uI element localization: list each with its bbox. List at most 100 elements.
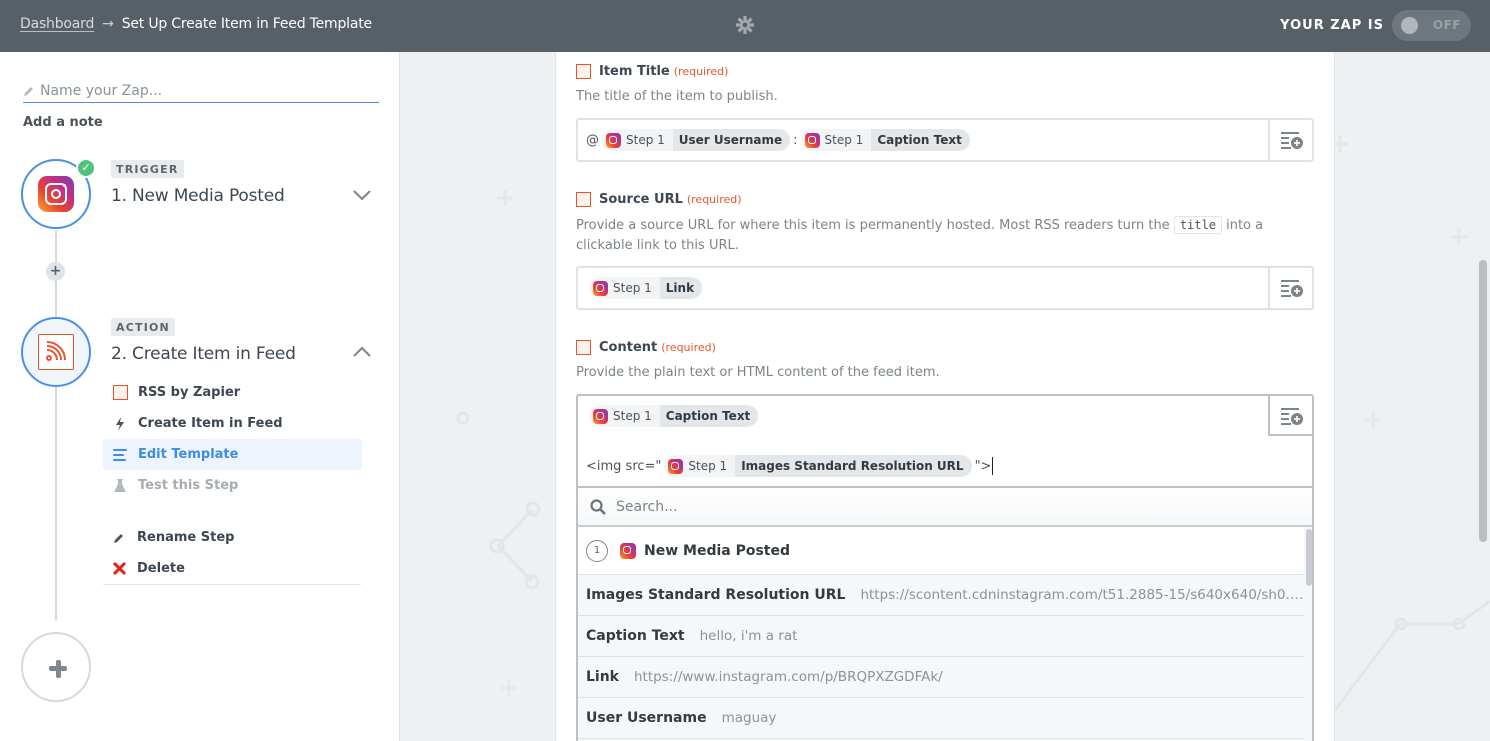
insert-field-icon: [1281, 280, 1303, 297]
insert-field-button[interactable]: [1268, 120, 1312, 160]
breadcrumb-arrow: →: [102, 16, 114, 32]
toggle-state-label: OFF: [1432, 18, 1461, 32]
field-option[interactable]: Caption Text hello, i'm a rat: [578, 616, 1304, 657]
field-option[interactable]: User Username maguay: [578, 698, 1304, 739]
item-title-input[interactable]: @ Step 1 User Username : Step 1 Caption …: [576, 118, 1314, 162]
step-group-header[interactable]: 1 New Media Posted: [578, 527, 1304, 575]
menu-item-label: Delete: [137, 561, 185, 576]
field-pill[interactable]: Step 1 Caption Text: [800, 129, 970, 151]
field-search-input[interactable]: [616, 498, 1266, 515]
menu-item-label: Create Item in Feed: [138, 416, 283, 431]
action-step-title[interactable]: 2. Create Item in Feed: [111, 344, 296, 364]
check-icon: ✓: [76, 158, 96, 178]
field-pill[interactable]: Step 1 Images Standard Resolution URL: [664, 455, 972, 477]
instagram-icon: [38, 176, 74, 212]
field-picker-dropdown: 1 New Media Posted Images Standard Resol…: [576, 486, 1314, 741]
action-badge: ACTION: [111, 318, 175, 336]
menu-item-label: Test this Step: [138, 478, 239, 493]
lightning-icon: [111, 416, 129, 431]
field-pill[interactable]: Step 1 User Username: [602, 129, 791, 151]
page-scrollbar[interactable]: [1479, 260, 1487, 542]
rss-icon: [38, 334, 74, 370]
chevron-up-icon[interactable]: [352, 345, 372, 359]
required-marker: (required): [661, 341, 716, 354]
rss-icon: [576, 64, 591, 79]
flask-icon: [111, 479, 129, 492]
instagram-icon: [606, 132, 621, 148]
text-segment: @: [586, 132, 599, 148]
trigger-step-title[interactable]: 1. New Media Posted: [111, 186, 285, 206]
action-step-circle[interactable]: [21, 317, 91, 387]
item-title-label: Item Title (required): [576, 64, 728, 79]
toggle-knob: [1401, 17, 1418, 34]
zap-name-input[interactable]: [40, 83, 360, 99]
source-url-help: Provide a source URL for where this item…: [576, 216, 1264, 253]
instagram-icon: [593, 280, 608, 296]
template-form-card: Item Title (required) The title of the i…: [555, 52, 1335, 741]
required-marker: (required): [686, 193, 742, 206]
content-input[interactable]: Step 1 Caption Text <img src=" Step 1 Im…: [576, 394, 1314, 488]
rename-step-button[interactable]: Rename Step: [103, 522, 361, 553]
instagram-icon: [593, 408, 608, 424]
field-option[interactable]: Link https://www.instagram.com/p/BRQPXZG…: [578, 657, 1304, 698]
step-connector-line: [55, 230, 57, 620]
menu-item-test-step[interactable]: Test this Step: [103, 470, 362, 501]
source-url-input[interactable]: Step 1 Link: [576, 266, 1314, 310]
zap-on-off-toggle[interactable]: OFF: [1392, 10, 1471, 41]
menu-item-label: RSS by Zapier: [138, 385, 241, 400]
instagram-icon: [804, 132, 820, 148]
pencil-icon: [110, 532, 128, 544]
add-step-button[interactable]: [21, 632, 91, 702]
rss-icon: [576, 340, 591, 355]
step-group-title: New Media Posted: [644, 542, 791, 559]
field-pill[interactable]: Step 1 Caption Text: [589, 405, 759, 427]
content-label: Content (required): [576, 340, 716, 355]
instagram-icon: [620, 542, 636, 559]
insert-field-button[interactable]: [1268, 396, 1312, 436]
text-cursor: [992, 457, 994, 475]
breadcrumb: Dashboard → Set Up Create Item in Feed T…: [20, 16, 372, 32]
page-title: Set Up Create Item in Feed Template: [121, 16, 372, 32]
field-option[interactable]: Images Standard Resolution URL https://s…: [578, 575, 1304, 616]
insert-field-icon: [1281, 132, 1303, 149]
required-marker: (required): [673, 65, 729, 78]
menu-item-edit-template[interactable]: Edit Template: [103, 439, 362, 470]
text-segment: :: [793, 132, 798, 148]
source-url-label: Source URL (required): [576, 192, 742, 207]
insert-field-icon: [1281, 408, 1303, 425]
trigger-step-circle[interactable]: ✓: [21, 158, 96, 229]
delete-step-button[interactable]: Delete: [103, 553, 361, 584]
dropdown-scrollbar[interactable]: [1306, 529, 1312, 586]
insert-field-button[interactable]: [1268, 268, 1312, 308]
zapier-asterisk-icon[interactable]: [735, 15, 755, 35]
menu-item-app[interactable]: RSS by Zapier: [103, 377, 362, 408]
content-help: Provide the plain text or HTML content o…: [576, 365, 940, 380]
zap-name-field[interactable]: [23, 80, 379, 103]
sidebar: Add a note ✓ TRIGGER 1. New Media Posted…: [0, 52, 400, 741]
menu-item-action[interactable]: Create Item in Feed: [103, 408, 362, 439]
instagram-icon: [668, 458, 684, 474]
menu-item-label: Rename Step: [137, 530, 235, 545]
zap-status-label: YOUR ZAP IS: [1280, 18, 1384, 33]
rss-icon: [111, 385, 129, 400]
action-step-menu: RSS by Zapier Create Item in Feed Edit T…: [103, 377, 362, 501]
code-snippet: title: [1173, 216, 1222, 234]
menu-item-label: Edit Template: [138, 447, 239, 462]
chevron-down-icon[interactable]: [352, 188, 372, 202]
text-segment: ">: [974, 458, 992, 474]
search-icon: [590, 498, 606, 515]
field-pill[interactable]: Step 1 Link: [589, 277, 703, 299]
delete-x-icon: [110, 562, 128, 575]
breadcrumb-dashboard-link[interactable]: Dashboard: [20, 16, 94, 32]
item-title-help: The title of the item to publish.: [576, 89, 778, 104]
pencil-icon: [24, 87, 33, 96]
step-actions-menu: Rename Step Delete: [103, 522, 361, 585]
field-search[interactable]: [578, 488, 1312, 527]
template-lines-icon: [111, 448, 129, 461]
trigger-badge: TRIGGER: [111, 160, 184, 178]
add-step-between-button[interactable]: +: [46, 262, 65, 281]
rss-icon: [576, 192, 591, 207]
add-note-link[interactable]: Add a note: [23, 115, 103, 130]
top-bar: Dashboard → Set Up Create Item in Feed T…: [0, 0, 1490, 52]
text-segment: <img src=": [586, 458, 662, 474]
